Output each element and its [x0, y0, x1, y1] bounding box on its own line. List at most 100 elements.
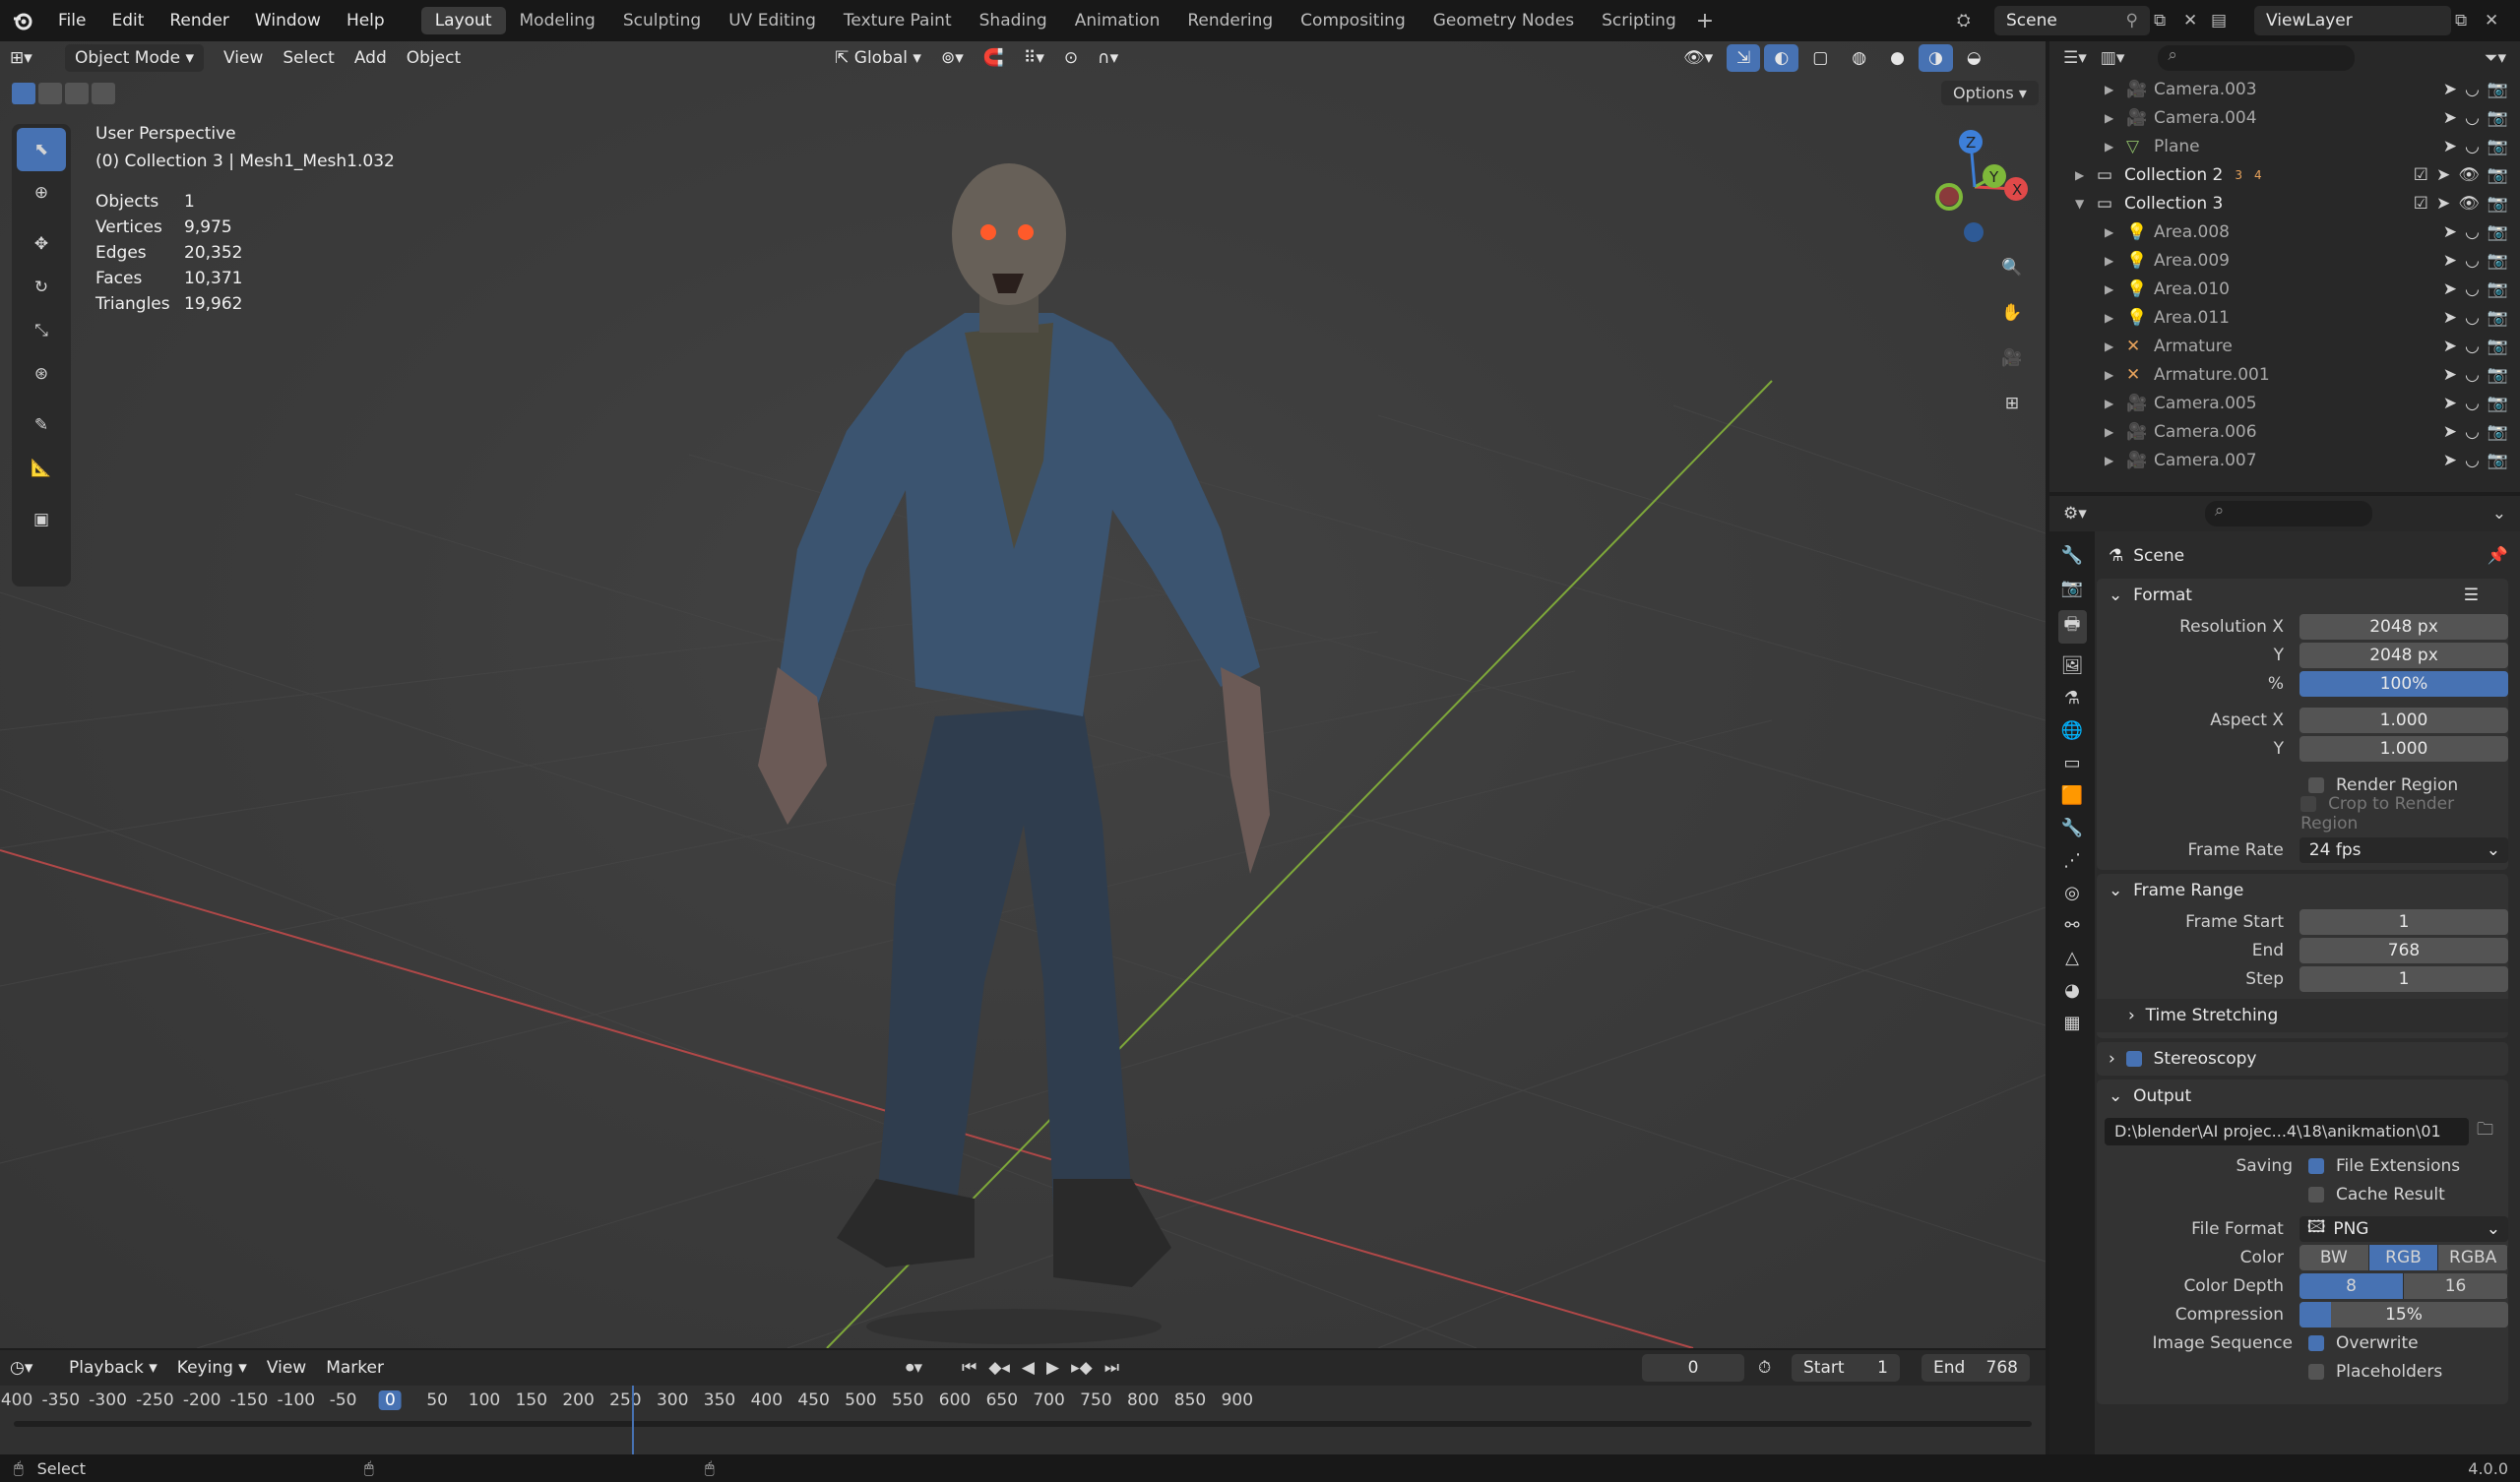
render-camera-icon[interactable]: 📷: [2488, 451, 2508, 470]
scale-tool-icon[interactable]: ⤡: [17, 309, 66, 352]
menu-edit[interactable]: Edit: [98, 11, 157, 31]
chevron-right-icon[interactable]: ▶: [2105, 225, 2126, 239]
view-layer-selector[interactable]: ViewLayer: [2254, 6, 2451, 35]
depth-option-16[interactable]: 16: [2404, 1272, 2508, 1299]
jump-start-icon[interactable]: ⏮: [962, 1358, 976, 1378]
overlay-toggle-icon[interactable]: ◐: [1764, 44, 1799, 72]
eye-closed-icon[interactable]: ◡: [2465, 337, 2480, 356]
eye-closed-icon[interactable]: ◡: [2465, 251, 2480, 271]
material-shading-icon[interactable]: ◑: [1918, 44, 1953, 72]
overwrite-checkbox[interactable]: Overwrite: [2308, 1333, 2419, 1353]
visibility-icon[interactable]: 👁▾: [1673, 44, 1723, 72]
color-option-rgba[interactable]: RGBA: [2438, 1244, 2508, 1270]
eye-closed-icon[interactable]: ◡: [2465, 365, 2480, 385]
properties-editor-icon[interactable]: ⚙▾: [2063, 504, 2087, 524]
color-option-rgb[interactable]: RGB: [2368, 1244, 2439, 1270]
scene-icon[interactable]: ⛭: [1957, 11, 1990, 31]
color-option-bw[interactable]: BW: [2300, 1244, 2369, 1270]
blender-logo-icon[interactable]: [0, 10, 45, 31]
workspace-tab-layout[interactable]: Layout: [420, 7, 506, 34]
solid-shading-icon[interactable]: ●: [1880, 44, 1915, 72]
current-frame-field[interactable]: 0: [1642, 1354, 1744, 1382]
pivot-point-icon[interactable]: ⊚▾: [931, 44, 974, 72]
render-tab-icon[interactable]: 📷: [2061, 578, 2083, 598]
chevron-right-icon[interactable]: ▶: [2105, 368, 2126, 382]
properties-search-input[interactable]: ⌕: [2204, 501, 2372, 526]
neg-z-gizmo[interactable]: [1964, 222, 1984, 242]
chevron-right-icon[interactable]: ▶: [2075, 168, 2097, 182]
chevron-right-icon[interactable]: ▶: [2105, 140, 2126, 154]
crop-region-checkbox[interactable]: Crop to Render Region: [2300, 794, 2508, 834]
annotate-tool-icon[interactable]: ✎: [17, 403, 66, 447]
chevron-down-icon[interactable]: ▼: [2075, 197, 2097, 211]
start-frame-field[interactable]: Start 1: [1792, 1354, 1900, 1382]
data-tab-icon[interactable]: △: [2065, 948, 2079, 968]
render-camera-icon[interactable]: 📷: [2488, 365, 2508, 385]
cursor-tool-icon[interactable]: ⊕: [17, 171, 66, 215]
workspace-tab-uv-editing[interactable]: UV Editing: [715, 7, 830, 34]
select-intersect-icon[interactable]: [92, 83, 115, 104]
workspace-tab-rendering[interactable]: Rendering: [1173, 7, 1287, 34]
outliner-item-area-008[interactable]: ▶ 💡 Area.008 ➤ ◡ 📷: [2049, 217, 2520, 246]
depth-option-8[interactable]: 8: [2300, 1272, 2405, 1299]
new-scene-icon[interactable]: ⧉: [2154, 11, 2179, 31]
menu-render[interactable]: Render: [157, 11, 242, 31]
delete-view-layer-icon[interactable]: ✕: [2485, 11, 2506, 31]
eye-closed-icon[interactable]: ◡: [2465, 451, 2480, 470]
timeline-scrub-area[interactable]: [0, 1415, 2046, 1433]
chevron-right-icon[interactable]: ▶: [2105, 340, 2126, 353]
frame-start-field[interactable]: 1: [2300, 908, 2508, 935]
play-reverse-icon[interactable]: ◀: [1022, 1358, 1035, 1378]
timeline-editor-icon[interactable]: ◷▾: [0, 1354, 59, 1382]
options-dropdown[interactable]: Options ▾: [1941, 81, 2039, 105]
resolution-x-field[interactable]: 2048 px: [2300, 613, 2508, 640]
exclude-checkbox-icon[interactable]: ☑: [2414, 194, 2428, 214]
eye-icon[interactable]: 👁: [2458, 194, 2480, 214]
outliner-item-area-011[interactable]: ▶ 💡 Area.011 ➤ ◡ 📷: [2049, 303, 2520, 332]
resolution-percent-slider[interactable]: 100%: [2300, 670, 2508, 697]
particles-tab-icon[interactable]: ⋰: [2063, 850, 2081, 871]
pin-icon[interactable]: ⚲: [2126, 11, 2138, 31]
outliner-item-armature-001[interactable]: ▶ ✕ Armature.001 ➤ ◡ 📷: [2049, 360, 2520, 389]
outliner-item-area-009[interactable]: ▶ 💡 Area.009 ➤ ◡ 📷: [2049, 246, 2520, 275]
render-camera-icon[interactable]: 📷: [2488, 394, 2508, 413]
end-frame-field[interactable]: End 768: [1922, 1354, 2030, 1382]
render-camera-icon[interactable]: 📷: [2488, 308, 2508, 328]
scene-selector[interactable]: Scene ⚲: [1994, 6, 2150, 35]
selectable-arrow-icon[interactable]: ➤: [2436, 165, 2450, 185]
outliner-item-camera-006[interactable]: ▶ 🎥 Camera.006 ➤ ◡ 📷: [2049, 417, 2520, 446]
outliner-editor-icon[interactable]: ☰▾: [2063, 48, 2087, 68]
render-region-checkbox[interactable]: Render Region: [2308, 775, 2458, 795]
zombie-character-mesh[interactable]: [758, 136, 1270, 1348]
add-cube-tool-icon[interactable]: ▣: [17, 498, 66, 541]
workspace-tab-sculpting[interactable]: Sculpting: [609, 7, 715, 34]
material-tab-icon[interactable]: ◕: [2064, 980, 2080, 1001]
render-camera-icon[interactable]: 📷: [2488, 422, 2508, 442]
render-camera-icon[interactable]: 📷: [2488, 137, 2508, 156]
workspace-tab-scripting[interactable]: Scripting: [1588, 7, 1690, 34]
eye-closed-icon[interactable]: ◡: [2465, 394, 2480, 413]
record-icon[interactable]: ⏺▾: [906, 1358, 922, 1378]
selectable-arrow-icon[interactable]: ➤: [2443, 222, 2457, 242]
workspace-tab-modeling[interactable]: Modeling: [506, 7, 609, 34]
file-extensions-checkbox[interactable]: File Extensions: [2308, 1156, 2460, 1176]
delete-scene-icon[interactable]: ✕: [2183, 11, 2207, 31]
exclude-checkbox-icon[interactable]: ☑: [2414, 165, 2428, 185]
outliner-item-collection-3[interactable]: ▼ ▭ Collection 3 ☑ ➤ 👁 📷: [2049, 189, 2520, 217]
chevron-right-icon[interactable]: ▶: [2105, 454, 2126, 467]
select-new-icon[interactable]: [12, 83, 35, 104]
texture-tab-icon[interactable]: ▦: [2063, 1013, 2080, 1033]
presets-icon[interactable]: ☰: [2464, 586, 2479, 605]
rotate-tool-icon[interactable]: ↻: [17, 266, 66, 309]
eye-closed-icon[interactable]: ◡: [2465, 137, 2480, 156]
view-layer-icon[interactable]: ▤: [2211, 11, 2250, 31]
wireframe-shading-icon[interactable]: ◍: [1842, 44, 1876, 72]
3d-viewport[interactable]: [0, 41, 2046, 1348]
chevron-right-icon[interactable]: ▶: [2105, 111, 2126, 125]
add-workspace-button[interactable]: +: [1696, 9, 1714, 33]
eye-closed-icon[interactable]: ◡: [2465, 308, 2480, 328]
play-icon[interactable]: ▶: [1046, 1358, 1059, 1378]
eye-closed-icon[interactable]: ◡: [2465, 222, 2480, 242]
frame-end-field[interactable]: 768: [2300, 937, 2508, 963]
cache-result-checkbox[interactable]: Cache Result: [2308, 1185, 2445, 1204]
